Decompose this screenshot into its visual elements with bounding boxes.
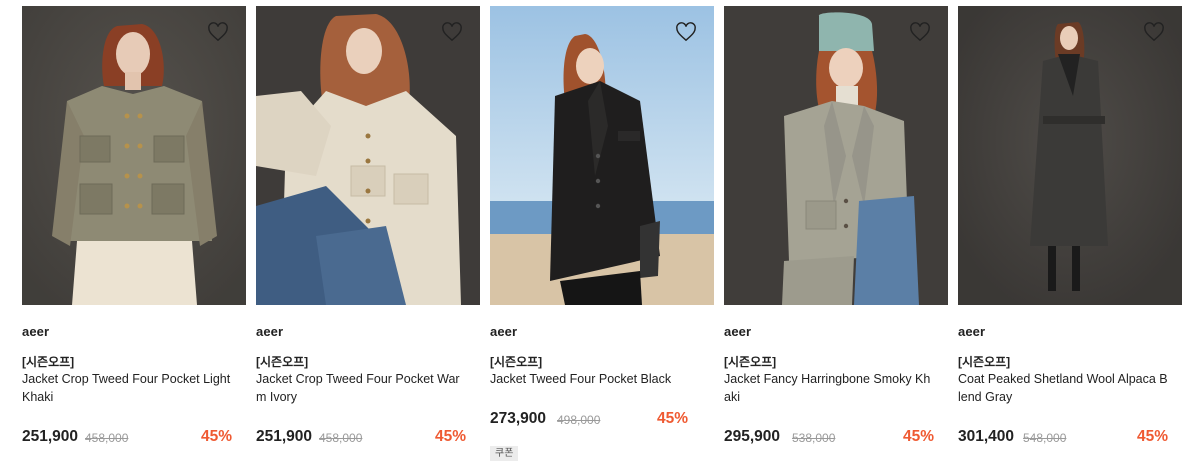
product-image[interactable] xyxy=(256,6,480,305)
product-image[interactable] xyxy=(22,6,246,305)
coupon-badge: 쿠폰 xyxy=(490,446,519,461)
product-photo-smoky-khaki-jacket xyxy=(724,6,948,305)
product-card[interactable]: aeer [시즌오프] Jacket Crop Tweed Four Pocke… xyxy=(256,6,480,461)
product-photo-black-jacket xyxy=(490,6,714,305)
brand-name[interactable]: aeer xyxy=(958,324,985,339)
original-price: 498,000 xyxy=(557,413,601,427)
sale-price: 251,900 xyxy=(256,428,313,445)
original-price: 458,000 xyxy=(319,431,363,445)
product-name[interactable]: Jacket Tweed Four Pocket Black xyxy=(490,370,702,388)
product-name[interactable]: Jacket Crop Tweed Four Pocket Light Khak… xyxy=(22,370,234,406)
original-price: 538,000 xyxy=(792,431,836,445)
price-row: 251,900 458,000 45% xyxy=(256,426,468,448)
brand-name[interactable]: aeer xyxy=(256,324,283,339)
product-card[interactable]: aeer [시즌오프] Jacket Fancy Harringbone Smo… xyxy=(724,6,948,461)
original-price: 548,000 xyxy=(1023,431,1067,445)
promo-tag: [시즌오프] xyxy=(490,355,543,369)
heart-outline-icon[interactable] xyxy=(207,22,229,42)
brand-name[interactable]: aeer xyxy=(22,324,49,339)
product-name[interactable]: Jacket Fancy Harringbone Smoky Khaki xyxy=(724,370,936,406)
product-name[interactable]: Coat Peaked Shetland Wool Alpaca Blend G… xyxy=(958,370,1170,406)
promo-tag: [시즌오프] xyxy=(22,355,75,369)
sale-price: 273,900 xyxy=(490,410,547,427)
discount-rate: 45% xyxy=(200,428,232,445)
sale-price: 295,900 xyxy=(724,428,781,445)
product-card[interactable]: aeer [시즌오프] Jacket Tweed Four Pocket Bla… xyxy=(490,6,714,461)
original-price: 458,000 xyxy=(85,431,129,445)
promo-tag: [시즌오프] xyxy=(958,355,1011,369)
heart-outline-icon[interactable] xyxy=(909,22,931,42)
price-row: 251,900 458,000 45% xyxy=(22,426,234,448)
sale-price: 301,400 xyxy=(958,428,1015,445)
price-row: 295,900 538,000 45% xyxy=(724,426,936,448)
brand-name[interactable]: aeer xyxy=(724,324,751,339)
discount-rate: 45% xyxy=(902,428,934,445)
heart-outline-icon[interactable] xyxy=(675,22,697,42)
sale-price: 251,900 xyxy=(22,428,79,445)
price-row: 273,900 498,000 45% xyxy=(490,408,702,430)
product-name[interactable]: Jacket Crop Tweed Four Pocket Warm Ivory xyxy=(256,370,468,406)
product-image[interactable] xyxy=(958,6,1182,305)
discount-rate: 45% xyxy=(1136,428,1168,445)
product-photo-khaki-jacket xyxy=(22,6,246,305)
product-grid: aeer [시즌오프] Jacket Crop Tweed Four Pocke… xyxy=(0,0,1189,461)
product-photo-ivory-jacket xyxy=(256,6,480,305)
promo-tag: [시즌오프] xyxy=(724,355,777,369)
discount-rate: 45% xyxy=(434,428,466,445)
price-row: 301,400 548,000 45% xyxy=(958,426,1170,448)
product-card[interactable]: aeer [시즌오프] Coat Peaked Shetland Wool Al… xyxy=(958,6,1182,461)
heart-outline-icon[interactable] xyxy=(441,22,463,42)
brand-name[interactable]: aeer xyxy=(490,324,517,339)
product-photo-gray-coat xyxy=(958,6,1182,305)
heart-outline-icon[interactable] xyxy=(1143,22,1165,42)
product-card[interactable]: aeer [시즌오프] Jacket Crop Tweed Four Pocke… xyxy=(22,6,246,461)
promo-tag: [시즌오프] xyxy=(256,355,309,369)
product-image[interactable] xyxy=(490,6,714,305)
product-image[interactable] xyxy=(724,6,948,305)
discount-rate: 45% xyxy=(656,410,688,427)
